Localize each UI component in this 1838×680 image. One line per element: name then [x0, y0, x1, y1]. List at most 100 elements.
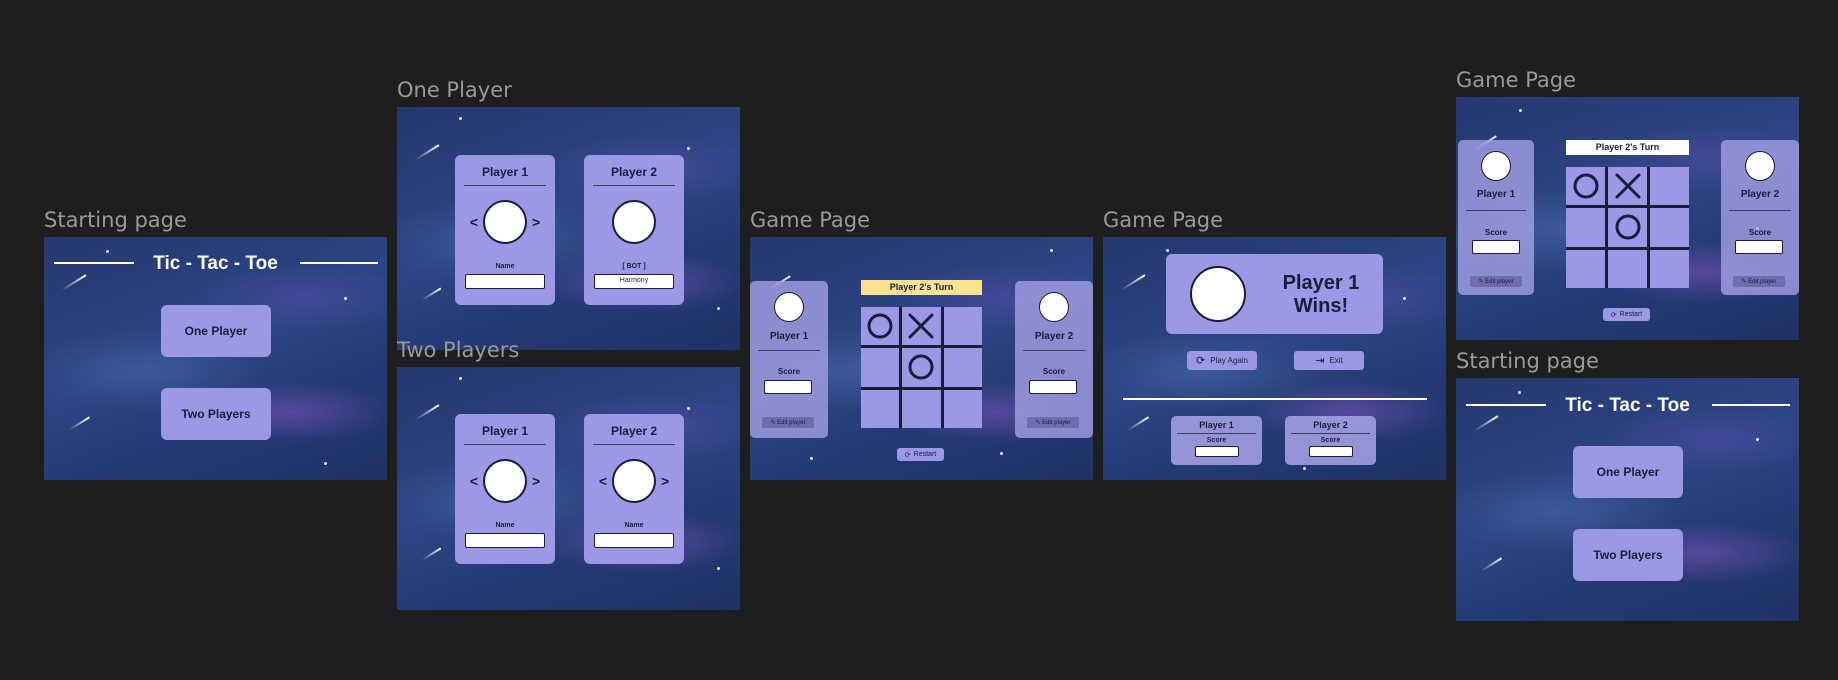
score-field	[1194, 446, 1239, 457]
o-mark-icon	[867, 313, 893, 339]
refresh-icon: ⟳	[1610, 311, 1617, 319]
name-field[interactable]	[465, 533, 545, 548]
score-label: Score	[1748, 228, 1772, 237]
avatar	[612, 200, 656, 244]
chevron-left-icon[interactable]: <	[470, 214, 478, 230]
name-field[interactable]	[465, 274, 545, 289]
edit-player-button[interactable]: ✎ Edit player	[1470, 276, 1522, 287]
exit-icon: ⇥	[1315, 355, 1325, 367]
two-players-button[interactable]: Two Players	[161, 388, 271, 440]
board-cell[interactable]	[1566, 208, 1605, 247]
board-cell[interactable]	[861, 307, 900, 346]
pencil-icon: ✎	[770, 420, 776, 426]
score-label: Score	[1206, 437, 1227, 444]
score-field	[764, 380, 812, 394]
name-label: Name	[624, 522, 644, 529]
player-1-panel: Player 1 Score ✎ Edit player	[1458, 140, 1534, 295]
starting-page-frame: Tic - Tac - Toe One Player Two Players	[44, 237, 387, 480]
frame-label-starting-page: Starting page	[44, 208, 187, 232]
winner-banner: Player 1 Wins!	[1166, 254, 1383, 334]
exit-button[interactable]: ⇥ Exit	[1294, 351, 1364, 370]
player-name: Player 1	[769, 331, 809, 342]
avatar	[483, 200, 527, 244]
frame-label-game-page-2: Game Page	[1456, 68, 1577, 92]
player-1-card: Player 1 < > Name	[455, 414, 555, 564]
chevron-left-icon[interactable]: <	[599, 473, 607, 489]
winner-avatar	[1190, 266, 1246, 322]
board-cell[interactable]	[902, 389, 941, 428]
player-name: Player 2	[610, 424, 658, 438]
board-cell[interactable]	[1608, 208, 1647, 247]
one-player-button[interactable]: One Player	[161, 305, 271, 357]
player-name: Player 2	[1034, 331, 1074, 342]
wins-text: Wins!	[1293, 295, 1349, 317]
board-cell[interactable]	[1650, 208, 1689, 247]
x-mark-icon	[908, 313, 934, 339]
board-cell[interactable]	[943, 348, 982, 387]
restart-button[interactable]: ⟳ Restart	[897, 448, 944, 461]
one-player-frame: Player 1 < > Name Player 2 [ BOT ] Harmon…	[397, 107, 740, 350]
board-cell[interactable]	[861, 348, 900, 387]
edit-player-button[interactable]: ✎ Edit player	[1733, 276, 1785, 287]
bot-label: [ BOT ]	[622, 263, 646, 270]
turn-indicator: Player 2's Turn	[1566, 140, 1689, 155]
player-2-panel: Player 2 Score ✎ Edit player	[1721, 140, 1799, 295]
score-field	[1735, 240, 1783, 254]
player-name: Player 1	[1199, 420, 1234, 430]
board-cell[interactable]	[902, 307, 941, 346]
player-1-card: Player 1 < > Name	[455, 155, 555, 305]
player-name: Player 1	[1476, 189, 1516, 200]
bot-name-field[interactable]: Harmony	[594, 274, 674, 289]
pencil-icon: ✎	[1741, 279, 1747, 285]
chevron-right-icon[interactable]: >	[661, 473, 669, 489]
player-name: Player 2	[610, 165, 658, 179]
frame-label-two-players: Two Players	[397, 338, 520, 362]
two-players-button[interactable]: Two Players	[1573, 529, 1683, 581]
o-mark-icon	[1573, 173, 1598, 199]
player-name: Player 2	[1740, 189, 1780, 200]
turn-indicator: Player 2's Turn	[861, 280, 982, 295]
board-cell[interactable]	[1566, 167, 1605, 206]
avatar	[1745, 151, 1775, 181]
board-cell[interactable]	[1566, 249, 1605, 288]
frame-label-game-page: Game Page	[750, 208, 871, 232]
board-cell[interactable]	[1650, 249, 1689, 288]
divider	[1123, 398, 1427, 400]
edit-player-button[interactable]: ✎ Edit player	[762, 417, 814, 428]
play-again-button[interactable]: ⟳ Play Again	[1187, 351, 1257, 370]
board-cell[interactable]	[902, 348, 941, 387]
winner-name: Player 1	[1282, 272, 1360, 294]
board-cell[interactable]	[943, 389, 982, 428]
chevron-right-icon[interactable]: >	[532, 473, 540, 489]
chevron-left-icon[interactable]: <	[470, 473, 478, 489]
game-board	[861, 307, 982, 428]
app-title: Tic - Tac - Toe	[153, 253, 278, 274]
score-label: Score	[1042, 367, 1066, 376]
frame-label-game-page-win: Game Page	[1103, 208, 1224, 232]
restart-button[interactable]: ⟳ Restart	[1603, 308, 1650, 321]
avatar	[612, 459, 656, 503]
board-cell[interactable]	[1608, 249, 1647, 288]
board-cell[interactable]	[1608, 167, 1647, 206]
board-cell[interactable]	[943, 307, 982, 346]
board-cell[interactable]	[1650, 167, 1689, 206]
board-cell[interactable]	[861, 389, 900, 428]
player-1-panel: Player 1 Score ✎ Edit player	[750, 281, 828, 438]
pencil-icon: ✎	[1478, 279, 1484, 285]
score-field	[1308, 446, 1353, 457]
game-page-frame: Player 1 Score ✎ Edit player Player 2 Sc…	[750, 237, 1093, 480]
name-label: Name	[495, 522, 515, 529]
o-mark-icon	[908, 354, 934, 380]
edit-player-button[interactable]: ✎ Edit player	[1027, 417, 1079, 428]
player-2-panel: Player 2 Score ✎ Edit player	[1015, 281, 1093, 438]
one-player-button[interactable]: One Player	[1573, 446, 1683, 498]
app-title: Tic - Tac - Toe	[1565, 395, 1690, 416]
game-board	[1566, 167, 1689, 288]
starting-page-frame-2: Tic - Tac - Toe One Player Two Players	[1456, 378, 1799, 621]
chevron-right-icon[interactable]: >	[532, 214, 540, 230]
score-label: Score	[1320, 437, 1341, 444]
player-2-card: Player 2 < > Name	[584, 414, 684, 564]
name-field[interactable]	[594, 533, 674, 548]
player-2-card: Player 2 [ BOT ] Harmony	[584, 155, 684, 305]
game-page-frame-2: Player 1 Score ✎ Edit player Player 2 Sc…	[1456, 97, 1799, 340]
